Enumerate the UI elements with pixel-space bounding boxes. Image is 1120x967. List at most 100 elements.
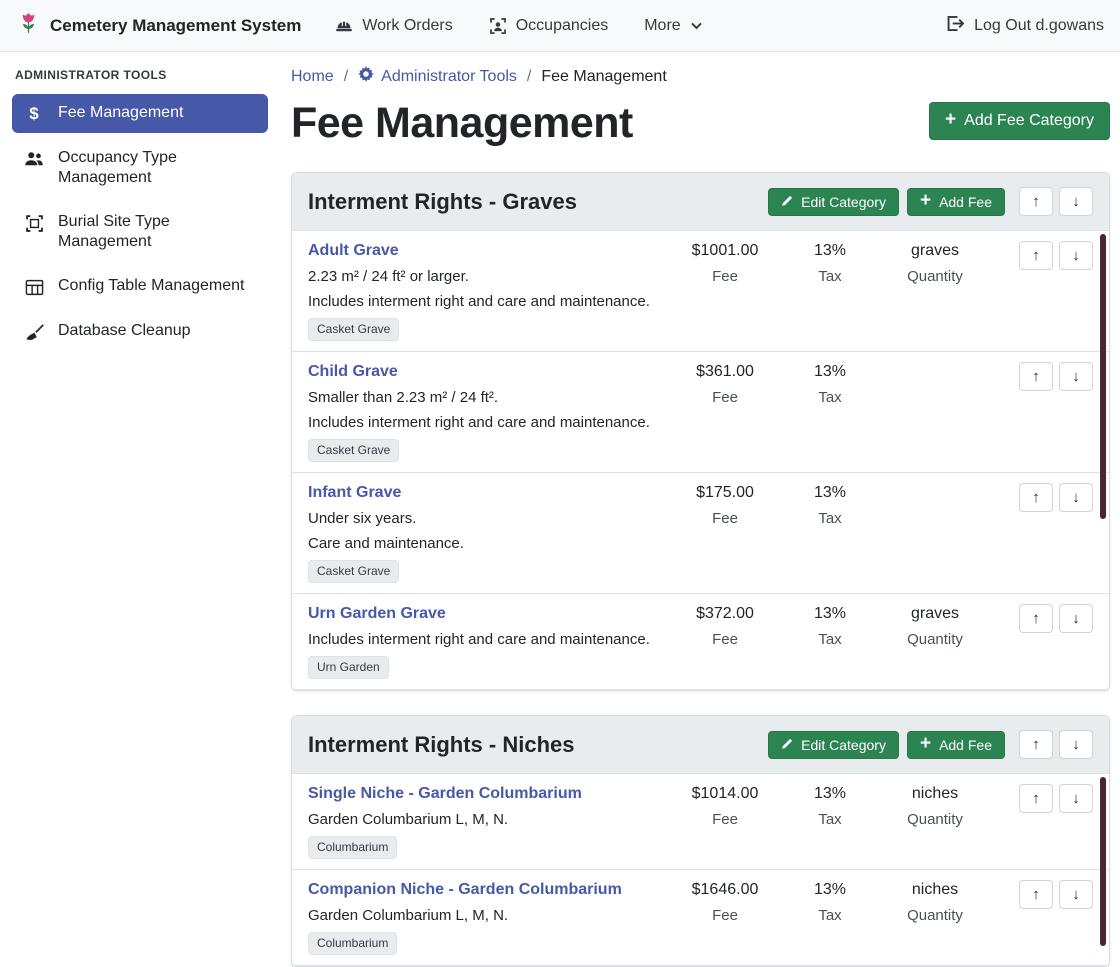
quantity-unit: graves <box>875 241 995 261</box>
scrollbar-thumb[interactable] <box>1100 777 1106 946</box>
fee-amount: $1646.00 <box>665 880 785 900</box>
category-header: Interment Rights - Niches Edit Category … <box>292 716 1109 774</box>
sidebar-item-burial-site-type[interactable]: Burial Site Type Management <box>12 203 268 261</box>
logout-label: Log Out d.gowans <box>974 17 1104 35</box>
fee-row: Adult Grave 2.23 m² / 24 ft² or larger. … <box>292 231 1109 352</box>
breadcrumb-admin-tools-link[interactable]: Administrator Tools <box>358 66 517 87</box>
tax-label: Tax <box>785 267 875 286</box>
arrow-up-icon: ↑ <box>1032 736 1040 753</box>
fee-category-card-niches: Interment Rights - Niches Edit Category … <box>291 715 1110 967</box>
sidebar-item-database-cleanup[interactable]: Database Cleanup <box>12 312 268 351</box>
fee-description: Includes interment right and care and ma… <box>308 292 657 311</box>
add-fee-category-button[interactable]: + Add Fee Category <box>929 102 1110 140</box>
arrow-up-icon: ↑ <box>1032 193 1040 210</box>
sidebar-item-config-table[interactable]: Config Table Management <box>12 267 268 306</box>
sidebar-item-label: Database Cleanup <box>58 321 191 341</box>
move-fee-down-button[interactable]: ↓ <box>1059 241 1093 270</box>
fee-name-link[interactable]: Adult Grave <box>308 241 399 261</box>
sidebar-item-fee-management[interactable]: $ Fee Management <box>12 94 268 133</box>
move-fee-down-button[interactable]: ↓ <box>1059 604 1093 633</box>
quantity-unit: niches <box>875 880 995 900</box>
nav-occupancies[interactable]: Occupancies <box>489 17 609 35</box>
burial-plot-icon <box>24 213 44 233</box>
fee-description: Smaller than 2.23 m² / 24 ft². <box>308 388 657 407</box>
app-brand[interactable]: Cemetery Management System <box>16 11 301 41</box>
move-category-down-button[interactable]: ↓ <box>1059 187 1093 216</box>
tax-label: Tax <box>785 630 875 649</box>
quantity-label: Quantity <box>875 906 995 925</box>
breadcrumb-separator: / <box>527 68 531 86</box>
logout-icon <box>945 14 964 38</box>
pencil-icon <box>781 194 793 210</box>
move-category-up-button[interactable]: ↑ <box>1019 730 1053 759</box>
scrollbar-thumb[interactable] <box>1100 234 1106 519</box>
move-category-up-button[interactable]: ↑ <box>1019 187 1053 216</box>
breadcrumb-separator: / <box>344 68 348 86</box>
fee-type-badge: Casket Grave <box>308 560 399 583</box>
fee-type-badge: Casket Grave <box>308 439 399 462</box>
sidebar-item-label: Burial Site Type Management <box>58 212 256 252</box>
edit-category-button[interactable]: Edit Category <box>768 731 899 759</box>
arrow-up-icon: ↑ <box>1032 610 1040 627</box>
sidebar-heading: Administrator Tools <box>15 68 268 82</box>
fee-description: Includes interment right and care and ma… <box>308 630 657 649</box>
arrow-up-icon: ↑ <box>1032 886 1040 903</box>
breadcrumb-home-link[interactable]: Home <box>291 68 334 86</box>
nav-work-orders[interactable]: Work Orders <box>335 17 452 35</box>
fee-name-link[interactable]: Companion Niche - Garden Columbarium <box>308 880 622 900</box>
hard-hat-icon <box>335 17 353 35</box>
main-content: Home / Administrator Tools / Fee Managem… <box>280 52 1120 967</box>
move-fee-up-button[interactable]: ↑ <box>1019 880 1053 909</box>
quantity-label: Quantity <box>875 810 995 829</box>
category-fee-list: Adult Grave 2.23 m² / 24 ft² or larger. … <box>292 231 1109 690</box>
move-fee-up-button[interactable]: ↑ <box>1019 784 1053 813</box>
fee-amount: $361.00 <box>665 362 785 382</box>
broom-icon <box>24 322 44 342</box>
fee-label: Fee <box>665 630 785 649</box>
fee-label: Fee <box>665 267 785 286</box>
sidebar-item-occupancy-type[interactable]: Occupancy Type Management <box>12 139 268 197</box>
tax-label: Tax <box>785 509 875 528</box>
admin-sidebar: Administrator Tools $ Fee Management Occ… <box>0 52 280 371</box>
quantity-unit: graves <box>875 604 995 624</box>
move-category-down-button[interactable]: ↓ <box>1059 730 1093 759</box>
top-navbar: Cemetery Management System Work Orders O… <box>0 0 1120 52</box>
move-fee-down-button[interactable]: ↓ <box>1059 362 1093 391</box>
fee-row: Urn Garden Grave Includes interment righ… <box>292 594 1109 690</box>
move-fee-up-button[interactable]: ↑ <box>1019 483 1053 512</box>
move-fee-up-button[interactable]: ↑ <box>1019 241 1053 270</box>
add-fee-button[interactable]: + Add Fee <box>907 731 1005 759</box>
chevron-down-icon <box>690 19 703 32</box>
arrow-down-icon: ↓ <box>1072 193 1080 210</box>
page-title-row: Fee Management + Add Fee Category <box>291 93 1110 148</box>
move-fee-down-button[interactable]: ↓ <box>1059 880 1093 909</box>
gear-icon <box>358 66 374 87</box>
fee-name-link[interactable]: Child Grave <box>308 362 398 382</box>
nav-more[interactable]: More <box>644 17 702 35</box>
nav-more-label: More <box>644 17 680 35</box>
breadcrumb: Home / Administrator Tools / Fee Managem… <box>291 66 1110 87</box>
sidebar-item-label: Occupancy Type Management <box>58 148 256 188</box>
move-fee-up-button[interactable]: ↑ <box>1019 604 1053 633</box>
fee-description: 2.23 m² / 24 ft² or larger. <box>308 267 657 286</box>
fee-label: Fee <box>665 906 785 925</box>
logout-button[interactable]: Log Out d.gowans <box>945 14 1104 38</box>
add-fee-button[interactable]: + Add Fee <box>907 188 1005 216</box>
fee-name-link[interactable]: Urn Garden Grave <box>308 604 446 624</box>
nav-work-orders-label: Work Orders <box>362 17 452 35</box>
fee-type-badge: Columbarium <box>308 836 397 859</box>
fee-name-link[interactable]: Single Niche - Garden Columbarium <box>308 784 582 804</box>
arrow-up-icon: ↑ <box>1032 368 1040 385</box>
fee-name-link[interactable]: Infant Grave <box>308 483 401 503</box>
plus-icon: + <box>945 113 956 127</box>
tax-value: 13% <box>785 483 875 503</box>
move-fee-up-button[interactable]: ↑ <box>1019 362 1053 391</box>
move-fee-down-button[interactable]: ↓ <box>1059 483 1093 512</box>
person-box-icon <box>489 17 507 35</box>
nav-occupancies-label: Occupancies <box>516 17 609 35</box>
tax-value: 13% <box>785 784 875 804</box>
edit-category-button[interactable]: Edit Category <box>768 188 899 216</box>
fee-description: Garden Columbarium L, M, N. <box>308 906 657 925</box>
move-fee-down-button[interactable]: ↓ <box>1059 784 1093 813</box>
category-header: Interment Rights - Graves Edit Category … <box>292 173 1109 231</box>
